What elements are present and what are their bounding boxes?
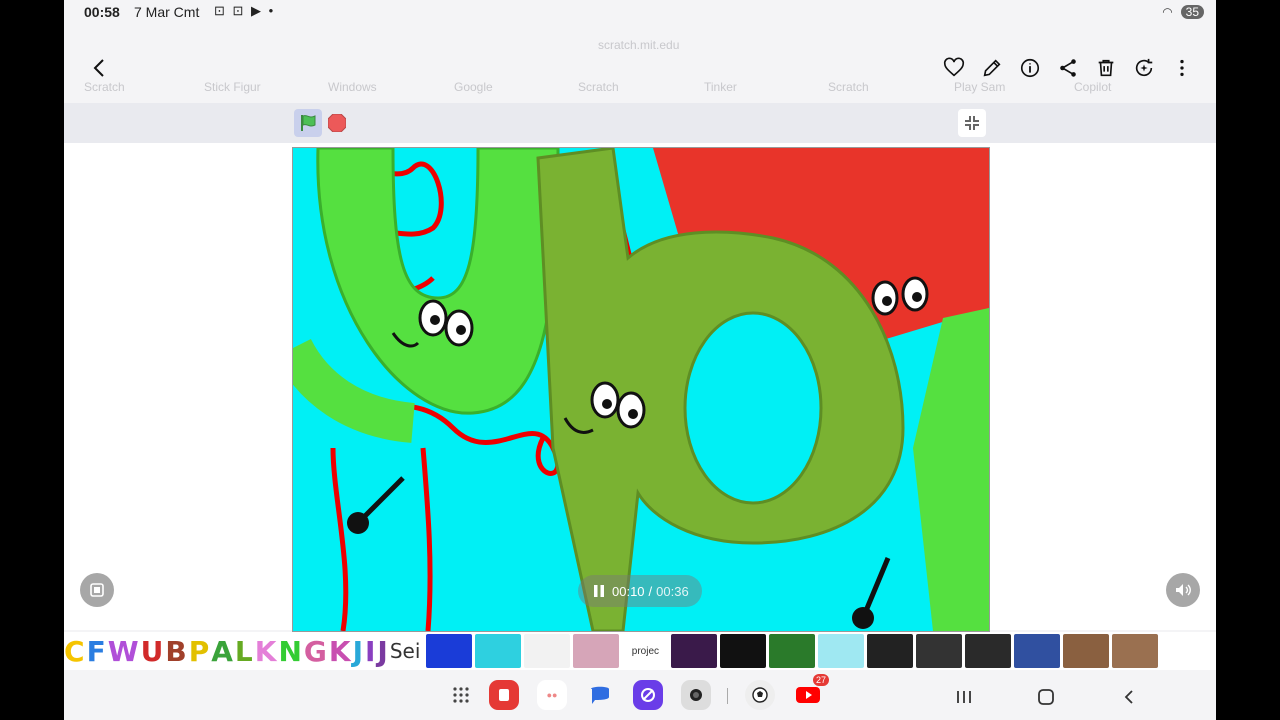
video-player-controls: 00:10 / 00:36: [578, 575, 702, 607]
pause-icon[interactable]: [592, 584, 606, 598]
frame-letter: F: [86, 634, 106, 668]
system-back-icon[interactable]: [1116, 684, 1142, 710]
status-date: 7 Mar Cmt: [134, 4, 200, 20]
frame-letter: G: [303, 634, 327, 668]
remaster-icon[interactable]: [1132, 56, 1156, 80]
frame-thumb: [769, 634, 816, 668]
frame-letter: C: [64, 634, 85, 668]
frame-letter: A: [211, 634, 233, 668]
trash-icon[interactable]: [1094, 56, 1118, 80]
app-screen: 00:58 7 Mar Cmt ⊡ ⊡ ▶ • ◠ 35 scratch.mit…: [64, 0, 1216, 720]
frame-letter: Sei: [389, 639, 421, 663]
frame-thumb: projec: [622, 634, 669, 668]
frame-thumb: [818, 634, 865, 668]
filmstrip-thumbs: projec: [426, 634, 1159, 668]
frame-thumb: [426, 634, 473, 668]
scratch-controls-bar: [64, 103, 1216, 143]
camera-app-icon[interactable]: [681, 680, 711, 710]
current-time: 00:10: [612, 583, 645, 599]
frame-thumb: [720, 634, 767, 668]
frame-thumb: [965, 634, 1012, 668]
app-drawer-icon[interactable]: [446, 680, 476, 710]
back-arrow-icon[interactable]: [88, 56, 112, 80]
dock-divider: [727, 688, 728, 704]
browser-app-icon[interactable]: [633, 680, 663, 710]
youtube-app-icon[interactable]: 27: [793, 674, 829, 710]
frame-letter: N: [278, 634, 302, 668]
scratch-stage[interactable]: [292, 147, 990, 632]
messages-app-icon[interactable]: [585, 680, 615, 710]
frame-thumb: [1112, 634, 1159, 668]
system-navbar: ●● 27: [64, 672, 1216, 720]
share-icon[interactable]: [1056, 56, 1080, 80]
stage-canvas: [293, 148, 989, 631]
frame-thumb: [916, 634, 963, 668]
b-hole: [683, 311, 823, 505]
frame-thumb: [867, 634, 914, 668]
frame-letter: P: [188, 634, 210, 668]
action-icons: [942, 56, 1194, 80]
home-icon[interactable]: [1033, 684, 1059, 710]
status-time: 00:58: [84, 4, 120, 20]
notification-icons: ⊡ ⊡ ▶ •: [214, 3, 276, 18]
frame-letter: K: [254, 634, 277, 668]
soccer-app-icon[interactable]: [745, 680, 775, 710]
frame-letter: J: [377, 634, 388, 668]
filmstrip-letters: C F W U B P A L K N G K J I J Sei: [64, 632, 422, 670]
notes-app-icon[interactable]: [489, 680, 519, 710]
frame-thumb: [671, 634, 718, 668]
folder-app-icon[interactable]: ●●: [537, 680, 567, 710]
frame-letter: B: [165, 634, 187, 668]
frame-letter: I: [364, 634, 376, 668]
time-separator: /: [648, 583, 653, 599]
frame-thumb: [524, 634, 571, 668]
notification-badge: 27: [812, 674, 829, 686]
viewer-toolbar: [64, 48, 1216, 88]
frame-thumb: [1063, 634, 1110, 668]
video-filmstrip[interactable]: C F W U B P A L K N G K J I J Sei projec: [64, 632, 1216, 670]
info-icon[interactable]: [1018, 56, 1042, 80]
exit-fullscreen-icon[interactable]: [958, 109, 986, 137]
total-duration: 00:36: [656, 583, 689, 599]
stop-button[interactable]: [327, 113, 347, 133]
frame-thumb: [1014, 634, 1061, 668]
frame-letter: L: [234, 634, 253, 668]
green-flag-button[interactable]: [294, 109, 322, 137]
frame-thumb: [573, 634, 620, 668]
wifi-icon: ◠: [1162, 5, 1173, 19]
status-right: ◠ 35: [1162, 3, 1204, 19]
frame-thumb: [475, 634, 522, 668]
recent-apps-icon[interactable]: [951, 684, 977, 710]
battery-icon: 35: [1180, 5, 1204, 19]
frame-letter: J: [352, 634, 363, 668]
screenshot-capture-icon[interactable]: [80, 573, 114, 607]
frame-letter: K: [328, 634, 351, 668]
pencil-icon[interactable]: [980, 56, 1004, 80]
frame-letter: U: [140, 634, 164, 668]
more-vertical-icon[interactable]: [1170, 56, 1194, 80]
status-bar: 00:58 7 Mar Cmt ⊡ ⊡ ▶ • ◠ 35: [64, 0, 1216, 24]
volume-icon[interactable]: [1166, 573, 1200, 607]
frame-letter: W: [107, 634, 139, 668]
heart-icon[interactable]: [942, 56, 966, 80]
